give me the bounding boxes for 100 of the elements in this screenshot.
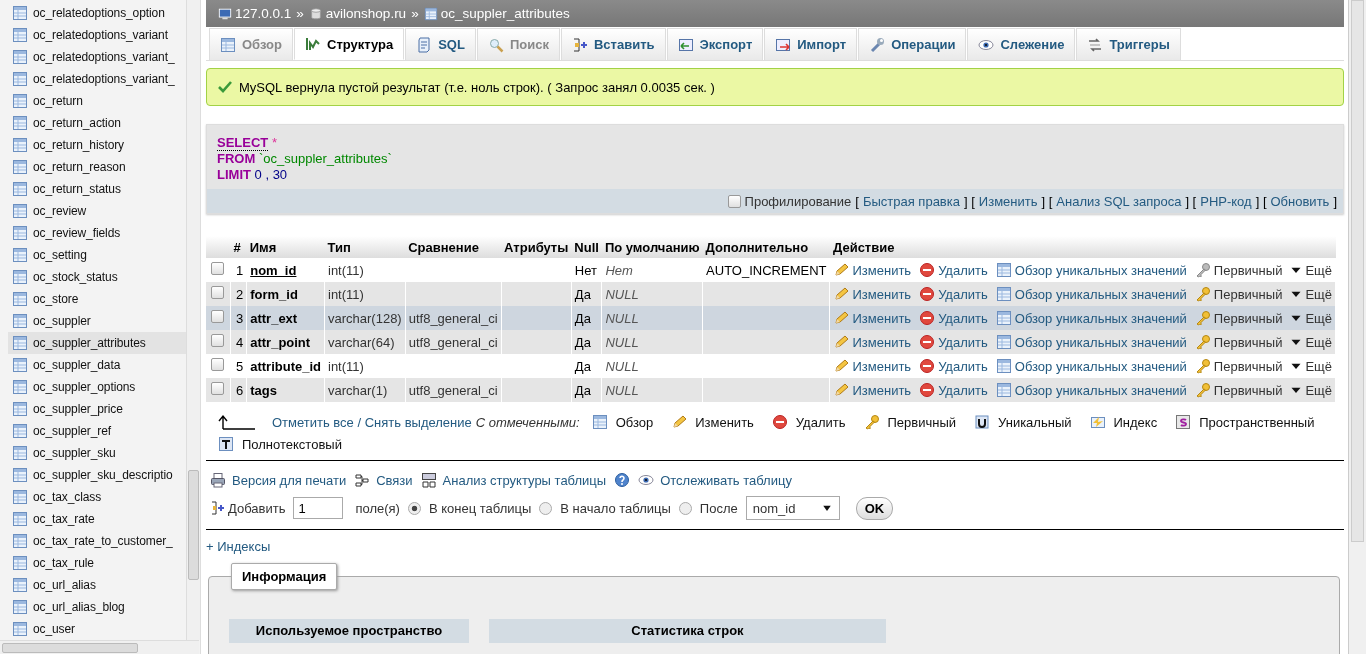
tool-link[interactable]: Версия для печати [210, 472, 347, 488]
sidebar-item[interactable]: oc_tax_rate [8, 508, 186, 530]
sidebar-item[interactable]: oc_user [8, 618, 186, 640]
table-row[interactable]: 6 tags varchar(1) utf8_general_ci Да NULL Изменить Удалить Обзор уникальных значений Первичный Ещё [206, 378, 1336, 402]
indexes-toggle-link[interactable]: + Индексы [206, 539, 271, 554]
sidebar-item[interactable]: oc_relatedoptions_variant [8, 24, 186, 46]
checkbox[interactable] [211, 310, 225, 323]
sidebar-item[interactable]: oc_review [8, 200, 186, 222]
breadcrumb-link[interactable]: oc_suppler_attributes [440, 6, 570, 21]
tab[interactable]: SQL [405, 28, 476, 60]
scrollbar[interactable] [1348, 0, 1366, 654]
sidebar-item[interactable]: oc_stock_status [8, 266, 186, 288]
scrollbar[interactable] [186, 0, 200, 640]
bulk-action-button[interactable]: Индекс [1089, 414, 1158, 430]
row-action-link[interactable]: Ещё [1290, 310, 1332, 326]
breadcrumb-link[interactable]: 127.0.0.1 [235, 6, 292, 21]
row-action-link[interactable]: Удалить [919, 358, 988, 374]
sidebar-item[interactable]: oc_suppler_sku_descriptio [8, 464, 186, 486]
row-action-link[interactable]: Удалить [919, 334, 988, 350]
bulk-action-button[interactable]: Обзор [591, 414, 654, 430]
row-action-link[interactable]: Ещё [1290, 262, 1332, 278]
bulk-action-button[interactable]: Изменить [671, 414, 754, 430]
sidebar-item[interactable]: oc_tax_rate_to_customer_ [8, 530, 186, 552]
row-action-link[interactable]: Ещё [1290, 382, 1332, 398]
row-action-link[interactable]: Удалить [919, 310, 988, 326]
scrollbar[interactable] [0, 640, 199, 654]
check-all-link[interactable]: Отметить все / Снять выделение [272, 414, 472, 430]
row-action-link[interactable]: Изменить [833, 262, 912, 278]
row-action-link[interactable]: Обзор уникальных значений [995, 334, 1187, 350]
row-action-link[interactable]: Изменить [833, 286, 912, 302]
sidebar-item[interactable]: oc_url_alias_blog [8, 596, 186, 618]
tab[interactable]: Импорт [764, 28, 858, 60]
bulk-action-button[interactable]: Полнотекстовый [218, 436, 342, 452]
row-action-link[interactable]: Изменить [833, 358, 912, 374]
sidebar-item[interactable]: oc_tax_class [8, 486, 186, 508]
row-action-link[interactable]: Удалить [919, 286, 988, 302]
row-action-link[interactable]: Первичный [1194, 286, 1283, 302]
sidebar-item[interactable]: oc_relatedoptions_option [8, 2, 186, 24]
query-link[interactable]: Изменить [978, 193, 1038, 209]
sidebar-item[interactable]: oc_suppler_price [8, 398, 186, 420]
sidebar-item[interactable]: oc_suppler_ref [8, 420, 186, 442]
sidebar-item[interactable]: oc_suppler_options [8, 376, 186, 398]
row-action-link[interactable]: Первичный [1194, 334, 1283, 350]
field-count-input[interactable]: 1 [293, 497, 344, 519]
radio-button[interactable] [407, 501, 421, 515]
tool-link[interactable]: Отслеживать таблицу [638, 472, 792, 488]
row-action-link[interactable]: Первичный [1194, 358, 1283, 374]
sidebar-item[interactable]: oc_review_fields [8, 222, 186, 244]
sidebar-item[interactable]: oc_suppler_data [8, 354, 186, 376]
row-action-link[interactable]: Обзор уникальных значений [995, 310, 1187, 326]
sidebar-item[interactable]: oc_tax_rule [8, 552, 186, 574]
tool-link[interactable]: Анализ структуры таблицы [420, 472, 607, 488]
row-action-link[interactable]: Обзор уникальных значений [995, 382, 1187, 398]
tab[interactable]: Экспорт [666, 28, 764, 60]
row-action-link[interactable]: Ещё [1290, 358, 1332, 374]
row-action-link[interactable]: Обзор уникальных значений [995, 262, 1187, 278]
bulk-action-button[interactable]: Пространственный [1175, 414, 1315, 430]
query-link[interactable]: Анализ SQL запроса [1056, 193, 1182, 209]
row-action-link[interactable]: Удалить [919, 382, 988, 398]
tool-link[interactable]: Связи [354, 472, 413, 488]
row-action-link[interactable]: Первичный [1194, 262, 1283, 278]
sidebar-item[interactable]: oc_url_alias [8, 574, 186, 596]
checkbox[interactable] [211, 262, 225, 275]
sidebar-item[interactable]: oc_relatedoptions_variant_ [8, 46, 186, 68]
sidebar-item[interactable]: oc_suppler [8, 310, 186, 332]
row-action-link[interactable]: Первичный [1194, 382, 1283, 398]
sidebar-item[interactable]: oc_return_history [8, 134, 186, 156]
table-row[interactable]: 2 form_id int(11) Да NULL Изменить Удалить Обзор уникальных значений Первичный Ещё [206, 282, 1336, 306]
breadcrumb-link[interactable]: avilonshop.ru [325, 6, 407, 21]
checkbox[interactable] [211, 358, 225, 371]
sidebar-item[interactable]: oc_suppler_sku [8, 442, 186, 464]
sidebar-item[interactable]: oc_suppler_attributes [8, 332, 186, 354]
checkbox[interactable] [211, 382, 225, 395]
tab[interactable]: Структура [294, 28, 405, 60]
column-select[interactable]: nom_id [745, 496, 840, 520]
table-row[interactable]: 3 attr_ext varchar(128) utf8_general_ci Да NULL Изменить Удалить Обзор уникальных значений Первичный Ещё [206, 306, 1336, 330]
row-action-link[interactable]: Изменить [833, 334, 912, 350]
tab[interactable]: Слежение [967, 28, 1076, 60]
row-action-link[interactable]: Ещё [1290, 334, 1332, 350]
sidebar-item[interactable]: oc_relatedoptions_variant_ [8, 68, 186, 90]
radio-button[interactable] [539, 501, 553, 515]
bulk-action-button[interactable]: Удалить [771, 414, 846, 430]
ok-button[interactable]: OK [855, 496, 894, 520]
checkbox[interactable] [211, 286, 225, 299]
row-action-link[interactable]: Ещё [1290, 286, 1332, 302]
row-action-link[interactable]: Обзор уникальных значений [995, 286, 1187, 302]
query-link[interactable]: Быстрая правка [862, 193, 960, 209]
sidebar-item[interactable]: oc_return_reason [8, 156, 186, 178]
bulk-action-button[interactable]: Уникальный [974, 414, 1072, 430]
checkbox[interactable] [727, 194, 741, 208]
sidebar-item[interactable]: oc_return_action [8, 112, 186, 134]
tab[interactable]: Триггеры [1076, 28, 1181, 60]
radio-button[interactable] [678, 501, 692, 515]
row-action-link[interactable]: Изменить [833, 310, 912, 326]
tab[interactable]: Вставить [560, 28, 666, 60]
bulk-action-button[interactable]: Первичный [863, 414, 957, 430]
row-action-link[interactable]: Изменить [833, 382, 912, 398]
sidebar-item[interactable]: oc_return_status [8, 178, 186, 200]
row-action-link[interactable]: Удалить [919, 262, 988, 278]
sidebar-item[interactable]: oc_store [8, 288, 186, 310]
